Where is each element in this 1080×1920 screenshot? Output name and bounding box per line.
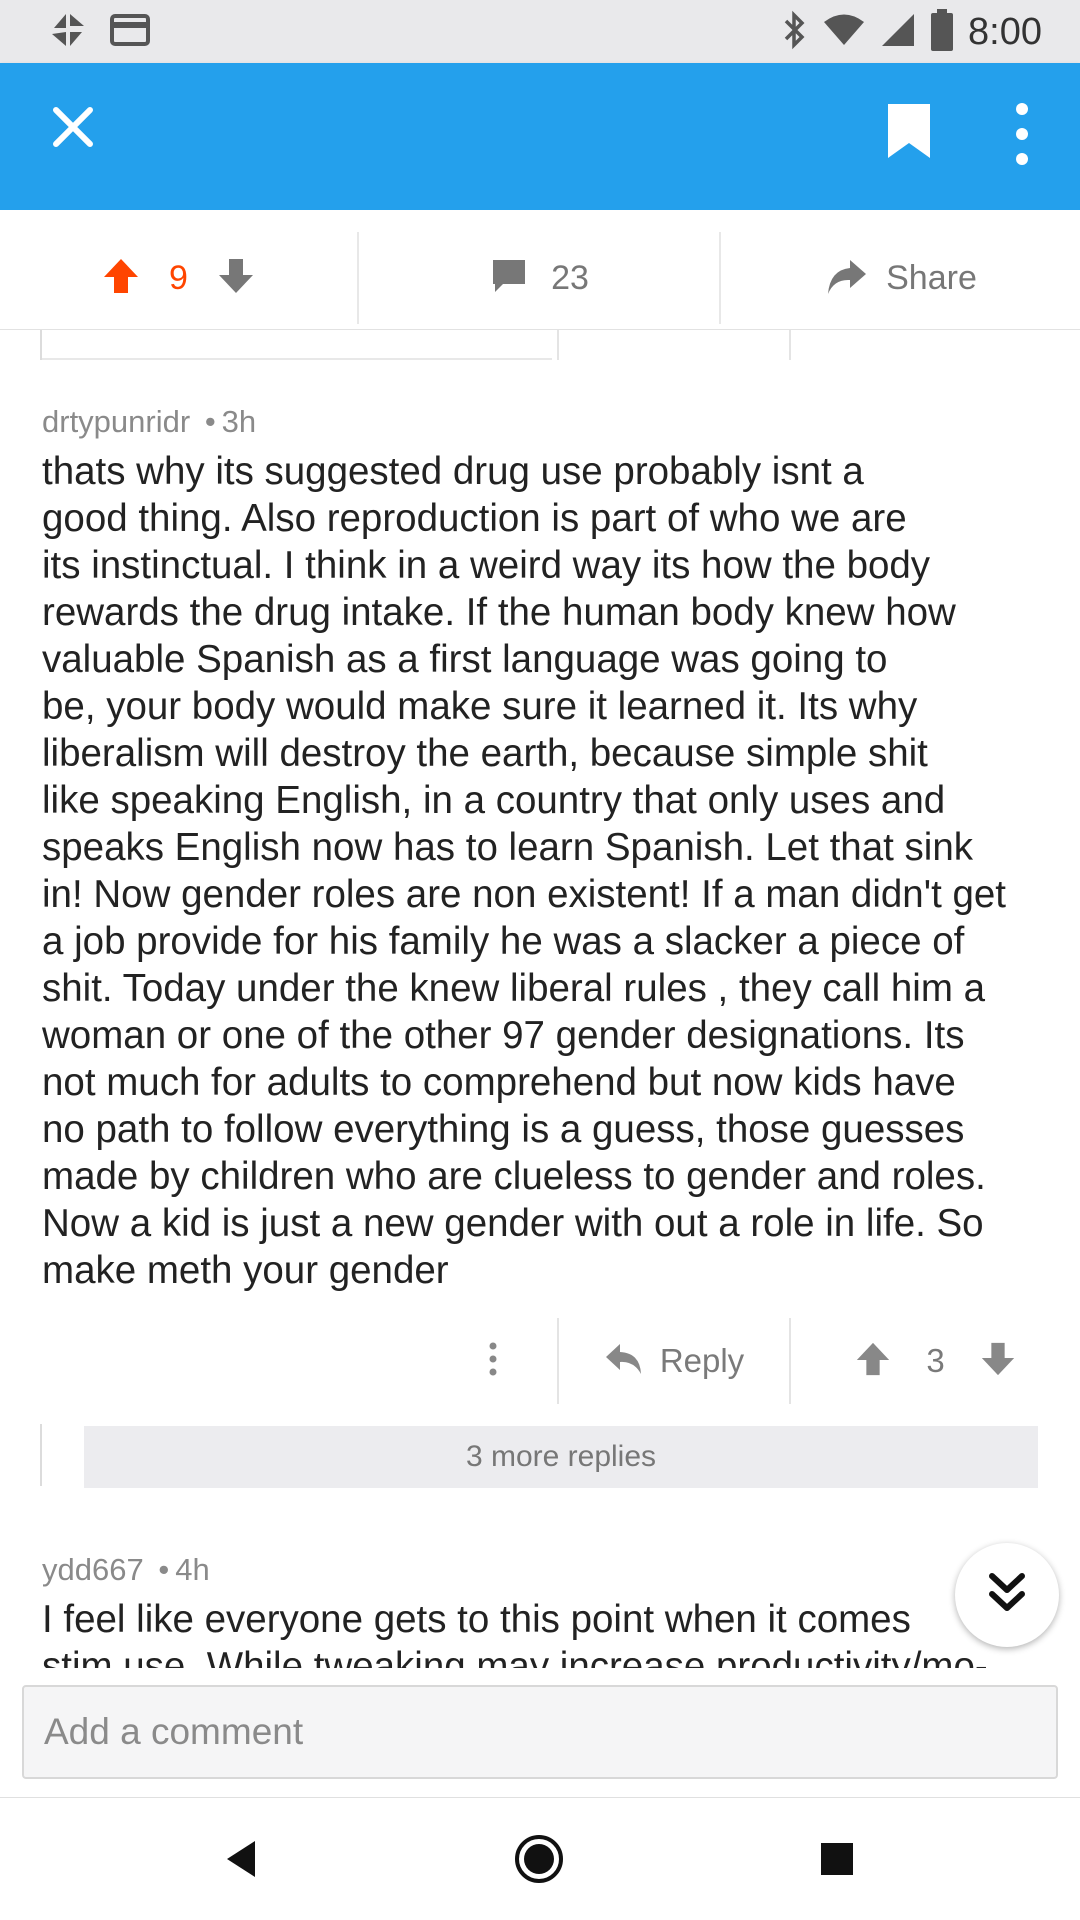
- share-button[interactable]: Share: [721, 230, 1080, 326]
- comment-count: 23: [551, 258, 589, 297]
- comment-score: 3: [926, 1342, 945, 1379]
- comment-downvote-button[interactable]: [979, 1340, 1017, 1383]
- more-replies-button[interactable]: 3 more replies: [84, 1426, 1038, 1488]
- downvote-button[interactable]: [216, 256, 256, 301]
- close-button[interactable]: [40, 96, 106, 162]
- downvote-icon: [981, 1342, 1014, 1375]
- more-vert-icon: [488, 1342, 498, 1381]
- comment-author[interactable]: ydd667: [42, 1552, 144, 1587]
- comment-vote-group: 3: [791, 1318, 1080, 1404]
- home-icon: [513, 1833, 565, 1890]
- reply-button[interactable]: Reply: [559, 1318, 789, 1404]
- comment-body: I feel like everyone gets to this point …: [42, 1598, 988, 1668]
- more-options-button[interactable]: [1002, 99, 1042, 169]
- thread-line: [40, 1424, 42, 1486]
- comments-button[interactable]: 23: [359, 230, 719, 326]
- app-bar: [0, 63, 1080, 210]
- more-vert-icon: [1016, 103, 1028, 115]
- composer-bar: Add a comment: [0, 1668, 1080, 1798]
- status-bar: 8:00: [0, 0, 1080, 63]
- home-button[interactable]: [504, 1826, 574, 1896]
- signal-icon: [880, 12, 916, 53]
- comment-meta: ydd667 • 4h: [42, 1552, 210, 1588]
- bluetooth-icon: [782, 10, 808, 55]
- scroll-next-button[interactable]: [955, 1543, 1059, 1647]
- upvote-icon: [857, 1342, 890, 1375]
- close-icon: [51, 105, 95, 154]
- comment-upvote-button[interactable]: [854, 1340, 892, 1383]
- comment-more-button[interactable]: [458, 1318, 528, 1404]
- meta-separator: •: [158, 1552, 170, 1587]
- comment-actions: Reply 3: [0, 1318, 1080, 1404]
- recents-button[interactable]: [802, 1826, 872, 1896]
- bookmark-icon: [885, 101, 933, 167]
- share-icon: [824, 256, 868, 301]
- vote-group: 9: [0, 230, 357, 326]
- pinwheel-icon: [48, 10, 88, 55]
- previous-comment-actions-remnant: [0, 330, 1080, 360]
- system-nav-bar: [0, 1798, 1080, 1920]
- comment-input[interactable]: Add a comment: [22, 1685, 1058, 1779]
- upvote-icon: [104, 258, 139, 293]
- back-icon: [221, 1837, 261, 1886]
- reply-icon: [604, 1341, 644, 1382]
- back-button[interactable]: [206, 1826, 276, 1896]
- comment-body: thats why its suggested drug use probabl…: [42, 450, 1006, 1292]
- share-label: Share: [886, 258, 977, 297]
- reply-label: Reply: [659, 1342, 745, 1379]
- status-time: 8:00: [968, 10, 1042, 53]
- upvote-button[interactable]: [101, 256, 141, 301]
- meta-separator: •: [204, 404, 216, 439]
- recents-icon: [819, 1841, 855, 1882]
- card-icon: [110, 13, 150, 52]
- comment-age: 3h: [221, 404, 257, 439]
- chevron-double-down-icon: [984, 1570, 1030, 1621]
- comment-age: 4h: [175, 1552, 210, 1587]
- wifi-icon: [822, 13, 866, 52]
- comment-author[interactable]: drtypunridr: [42, 404, 190, 439]
- vote-count: 9: [169, 258, 188, 297]
- downvote-icon: [218, 258, 253, 293]
- bookmark-button[interactable]: [880, 101, 938, 167]
- comment-icon: [489, 256, 529, 301]
- battery-icon: [930, 8, 954, 56]
- comment-meta: drtypunridr • 3h: [42, 404, 256, 440]
- post-action-bar: 9 23 Share: [0, 210, 1080, 330]
